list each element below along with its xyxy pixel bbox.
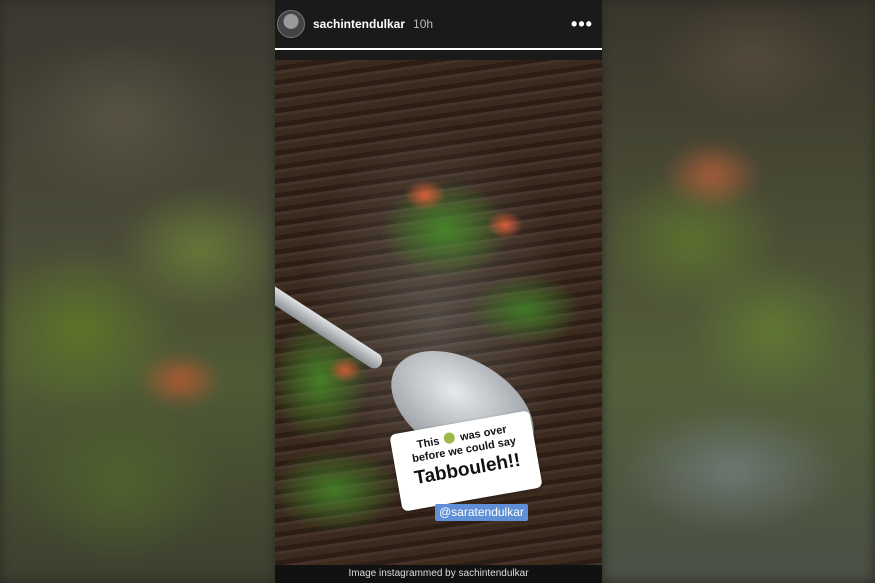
image-credit: Image instagrammed by sachintendulkar: [275, 565, 602, 583]
blurred-background-right: [602, 0, 875, 583]
story-header: sachintendulkar 10h •••: [275, 0, 602, 48]
sick-face-emoji-icon: [443, 431, 456, 445]
username[interactable]: sachintendulkar: [313, 17, 405, 31]
blurred-background-left: [0, 0, 275, 583]
timestamp: 10h: [413, 17, 434, 31]
spoon-handle: [275, 276, 386, 372]
story-progress-bar: [275, 48, 602, 50]
mention-sticker[interactable]: @saratendulkar: [435, 504, 528, 521]
avatar[interactable]: [277, 10, 305, 38]
story-card[interactable]: sachintendulkar 10h ••• This was over be…: [275, 0, 602, 565]
more-options-icon[interactable]: •••: [570, 14, 594, 34]
story-progress-fill: [275, 48, 602, 50]
